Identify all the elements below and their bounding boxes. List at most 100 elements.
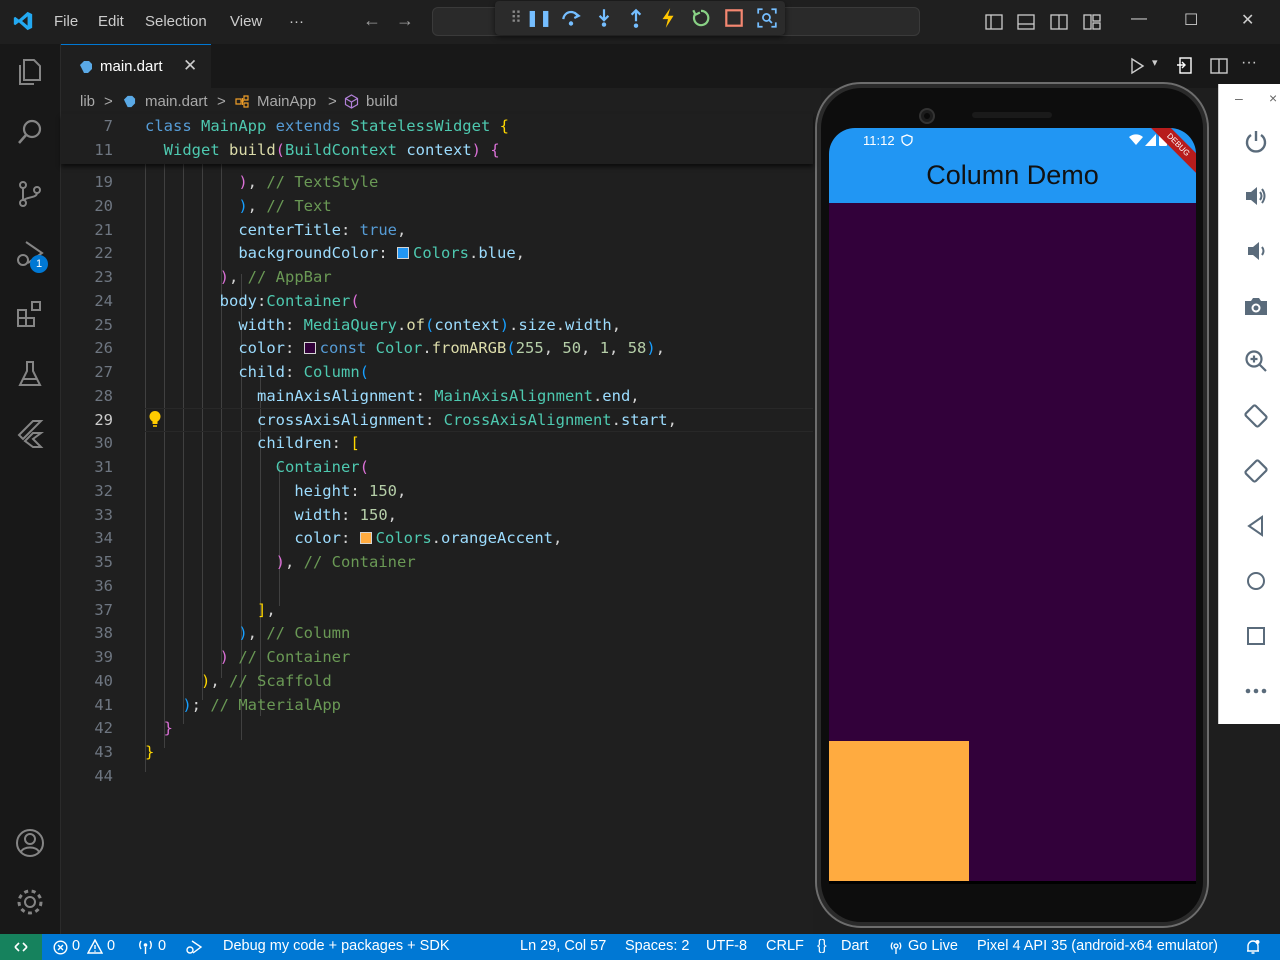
device-selector[interactable]: Pixel 4 API 35 (android-x64 emulator) — [977, 938, 1218, 954]
flutter-icon[interactable] — [14, 418, 46, 450]
breadcrumb-build[interactable]: build — [366, 93, 398, 110]
customize-layout-icon[interactable] — [1082, 12, 1102, 32]
remote-indicator[interactable] — [0, 934, 42, 960]
notifications-bell-icon[interactable] — [1245, 939, 1261, 955]
ports-broadcast-icon[interactable] — [137, 939, 154, 955]
vscode-logo-icon[interactable] — [12, 10, 34, 32]
accounts-icon[interactable] — [14, 827, 46, 859]
tab-main-dart[interactable]: main.dart ✕ — [61, 44, 211, 88]
hot-restart-icon[interactable] — [690, 7, 712, 29]
step-over-icon[interactable] — [560, 7, 582, 29]
color-swatch[interactable] — [396, 247, 409, 260]
encoding[interactable]: UTF-8 — [706, 938, 747, 954]
zoom-icon[interactable] — [1243, 348, 1269, 374]
language-braces-icon[interactable]: {} — [817, 938, 827, 954]
color-swatch[interactable] — [359, 532, 372, 545]
power-icon[interactable] — [1243, 128, 1269, 154]
open-changes-icon[interactable] — [1175, 56, 1195, 76]
menu-file[interactable]: File — [54, 13, 78, 30]
source-control-icon[interactable] — [14, 178, 46, 210]
close-tab-icon[interactable]: ✕ — [183, 56, 197, 76]
code-token: context — [406, 141, 472, 159]
settings-gear-icon[interactable] — [14, 886, 46, 918]
emulator-minimize-icon[interactable]: – — [1235, 90, 1243, 106]
step-out-icon[interactable] — [625, 7, 647, 29]
split-editor-icon[interactable] — [1209, 56, 1229, 76]
close-window-icon[interactable]: ✕ — [1241, 10, 1254, 30]
ports-count[interactable]: 0 — [158, 938, 166, 954]
menu-more[interactable]: ··· — [289, 13, 304, 30]
run-dropdown-chevron-icon[interactable]: ▾ — [1152, 56, 1158, 69]
volume-down-icon[interactable] — [1243, 238, 1269, 264]
explorer-icon[interactable] — [14, 56, 46, 88]
lightbulb-icon[interactable] — [148, 410, 162, 428]
volume-up-icon[interactable] — [1243, 183, 1269, 209]
line-number: 29 — [94, 410, 113, 429]
toggle-primary-sidebar-icon[interactable] — [984, 12, 1004, 32]
breadcrumb-lib[interactable]: lib — [80, 93, 95, 110]
line-number: 7 — [103, 117, 113, 135]
minimize-icon[interactable]: — — [1131, 10, 1147, 28]
rotate-right-icon[interactable] — [1243, 458, 1269, 484]
orange-container-box — [829, 741, 969, 881]
sticky-scroll[interactable]: 7 class MainApp extends StatelessWidget {… — [61, 114, 813, 164]
screenshot-camera-icon[interactable] — [1243, 293, 1269, 319]
code-token: ( — [359, 458, 369, 476]
emulator-screen[interactable]: 11:12 DEBUG Column Demo — [829, 128, 1196, 884]
toggle-panel-icon[interactable] — [1016, 12, 1036, 32]
step-into-icon[interactable] — [593, 7, 615, 29]
error-count[interactable]: 0 — [72, 938, 80, 954]
devtools-icon[interactable] — [756, 7, 778, 29]
code-token: centerTitle — [238, 220, 341, 239]
maximize-icon[interactable]: ☐ — [1184, 10, 1198, 30]
breadcrumb-mainapp[interactable]: MainApp — [257, 93, 316, 110]
pause-icon[interactable]: ❚❚ — [526, 7, 553, 29]
stop-icon[interactable] — [723, 7, 745, 29]
overview-square-icon[interactable] — [1243, 623, 1269, 649]
extensions-icon[interactable] — [14, 298, 46, 330]
warning-count[interactable]: 0 — [107, 938, 115, 954]
menu-view[interactable]: View — [230, 13, 262, 30]
drag-handle-icon[interactable]: ⠿ — [505, 7, 527, 29]
hot-reload-icon[interactable] — [657, 7, 679, 29]
cursor-position[interactable]: Ln 29, Col 57 — [520, 938, 606, 954]
color-swatch[interactable] — [303, 342, 316, 355]
indentation[interactable]: Spaces: 2 — [625, 938, 690, 954]
toggle-secondary-sidebar-icon[interactable] — [1049, 12, 1069, 32]
run-file-icon[interactable] — [1127, 56, 1147, 76]
code-text: width: MediaQuery.of(context).size.width… — [145, 313, 621, 337]
emulator-close-icon[interactable]: × — [1269, 90, 1277, 106]
code-token: , — [552, 529, 563, 548]
end-of-line[interactable]: CRLF — [766, 938, 804, 954]
search-icon[interactable] — [14, 116, 46, 148]
back-arrow-icon[interactable]: ← — [363, 10, 381, 31]
line-number: 40 — [94, 671, 113, 690]
code-token: // Container — [303, 553, 416, 571]
more-actions-icon[interactable]: ··· — [1241, 54, 1257, 72]
language-mode[interactable]: Dart — [841, 938, 868, 954]
more-options-icon[interactable] — [1243, 678, 1269, 704]
back-triangle-icon[interactable] — [1243, 513, 1269, 539]
breadcrumb-main-dart[interactable]: main.dart — [145, 93, 208, 110]
code-token: end — [602, 386, 631, 405]
go-live-broadcast-icon[interactable] — [888, 939, 904, 955]
code-editor[interactable]: 7 class MainApp extends StatelessWidget {… — [61, 114, 813, 934]
go-live-button[interactable]: Go Live — [908, 938, 958, 954]
menu-selection[interactable]: Selection — [145, 13, 207, 30]
menu-edit[interactable]: Edit — [98, 13, 124, 30]
warning-icon[interactable] — [87, 939, 103, 954]
rotate-left-icon[interactable] — [1243, 403, 1269, 429]
debug-session-icon[interactable] — [185, 939, 203, 955]
forward-arrow-icon[interactable]: → — [396, 10, 414, 31]
code-token: extends — [275, 117, 351, 135]
code-text: children: [ — [145, 431, 360, 455]
testing-flask-icon[interactable] — [14, 358, 46, 390]
error-icon[interactable] — [53, 940, 68, 955]
code-text: class MainApp extends StatelessWidget { — [145, 114, 509, 138]
home-circle-icon[interactable] — [1243, 568, 1269, 594]
debug-mode-selector[interactable]: Debug my code + packages + SDK — [223, 938, 450, 954]
